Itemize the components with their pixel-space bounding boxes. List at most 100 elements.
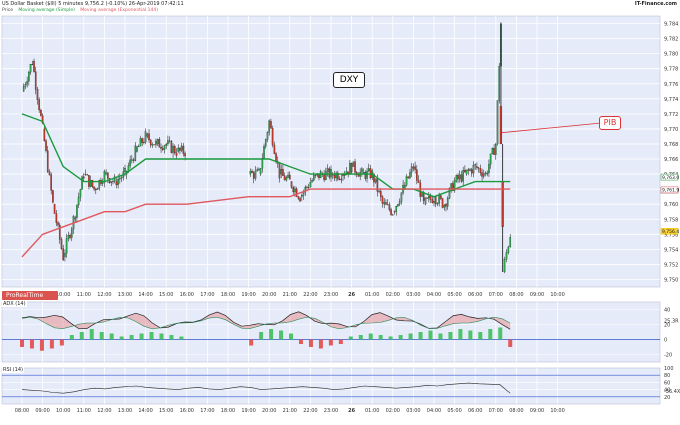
candle-body <box>261 158 264 169</box>
candle-body <box>441 198 444 208</box>
candle-body <box>146 133 149 137</box>
adx-hist-bar <box>249 339 254 346</box>
candle-body <box>472 165 475 174</box>
candle-body <box>34 71 37 90</box>
x-tick-label-bottom: 18:00 <box>221 408 235 414</box>
x-tick-label-bottom: 01:00 <box>365 408 379 414</box>
candle-body <box>153 144 155 146</box>
candle-body <box>450 183 452 189</box>
candle-body <box>364 171 367 179</box>
candle-body <box>69 234 71 238</box>
candle-body <box>361 168 363 173</box>
adx-hist-bar <box>378 335 383 340</box>
adx-hist-bar <box>338 339 343 344</box>
candle-body <box>306 186 308 188</box>
candle-body <box>141 138 143 143</box>
candle-body <box>275 153 277 162</box>
candle-body <box>45 140 47 151</box>
candle-body <box>155 140 157 145</box>
candle-body <box>493 148 495 155</box>
x-tick-label-main: 10:00 <box>56 292 70 298</box>
candle-body <box>93 186 95 190</box>
candle-body <box>469 169 471 171</box>
candle-body <box>325 171 327 181</box>
x-tick-label-bottom: 10:00 <box>550 408 564 414</box>
candle-body <box>436 203 439 205</box>
adx-hist-bar <box>289 333 294 340</box>
candle-body <box>309 181 312 188</box>
candle-body <box>156 139 159 145</box>
candle-body <box>333 175 336 179</box>
y-tick-label: 9,758 <box>664 217 678 223</box>
x-tick-label-main: 08:00 <box>509 292 523 298</box>
adx-hist-bar <box>358 335 363 340</box>
candle-body <box>503 259 506 273</box>
price-label-text: 9,763.0 <box>662 175 679 181</box>
candle-body <box>165 143 167 146</box>
candle-body <box>173 146 176 154</box>
candle-body <box>294 188 296 193</box>
x-tick-label-main: 10:00 <box>550 292 564 298</box>
candle-body <box>347 171 349 174</box>
y-tick-label: 9,752 <box>664 262 678 268</box>
candle-body <box>438 195 440 204</box>
x-tick-label-main: 12:00 <box>97 292 111 298</box>
candle-body <box>280 169 283 175</box>
candle-body <box>464 170 466 173</box>
adx-hist-bar <box>279 330 284 340</box>
candle-body <box>390 209 392 215</box>
candle-body <box>95 189 97 190</box>
y-tick-label: 9,754 <box>664 247 678 253</box>
x-tick-label-main: 16:00 <box>180 292 194 298</box>
candle-body <box>426 197 428 199</box>
candle-body <box>349 163 351 174</box>
adx-tick-label: 20 <box>664 323 670 329</box>
candle-body <box>369 168 372 179</box>
adx-panel-label: ADX (14) <box>2 301 27 307</box>
adx-hist-bar <box>408 333 413 340</box>
x-tick-label-bottom: 21:00 <box>283 408 297 414</box>
x-tick-label-bottom: 22:00 <box>303 408 317 414</box>
pib-annotation: PIB <box>599 116 621 130</box>
candle-body <box>313 175 315 181</box>
candle-body <box>60 239 63 249</box>
candle-body <box>292 187 295 193</box>
candle-body <box>474 164 476 166</box>
candle-body <box>86 174 89 176</box>
candle-body <box>495 144 497 155</box>
candle-body <box>36 89 39 100</box>
candle-body <box>74 217 77 220</box>
candle-body <box>330 169 332 178</box>
candle-body <box>129 159 131 166</box>
candle-body <box>385 202 387 205</box>
candle-body <box>117 179 119 186</box>
candle-body <box>443 205 446 208</box>
x-tick-label-main: 15:00 <box>159 292 173 298</box>
candle-body <box>144 131 147 143</box>
candle-body <box>105 172 107 175</box>
candle-body <box>297 196 300 199</box>
adx-hist-bar <box>398 335 403 340</box>
candle-body <box>457 175 459 180</box>
adx-hist-bar <box>149 332 154 340</box>
candle-body <box>107 172 109 179</box>
candle-body <box>314 175 317 176</box>
candle-body <box>410 166 413 173</box>
candle-body <box>160 147 162 149</box>
x-tick-label-bottom: 16:00 <box>180 408 194 414</box>
rsi-tick-label: -36.4XX <box>664 389 680 395</box>
candle-body <box>271 128 274 146</box>
candle-body <box>400 192 403 202</box>
chart-canvas[interactable]: 9,784 9,782 9,780 9,778 9,776 9,774 9,772 9,770… <box>0 0 680 425</box>
candle-body <box>289 174 291 180</box>
candle-body <box>43 128 46 141</box>
adx-hist-bar <box>99 332 104 340</box>
adx-hist-bar <box>298 339 303 344</box>
candle-body <box>67 234 70 239</box>
y-tick-label: 9,750 <box>664 277 678 283</box>
candle-body <box>179 147 181 151</box>
y-tick-label: 9,784 <box>664 22 678 28</box>
adx-hist-bar <box>69 335 74 340</box>
candle-body <box>88 175 90 187</box>
candle-body <box>76 204 78 218</box>
